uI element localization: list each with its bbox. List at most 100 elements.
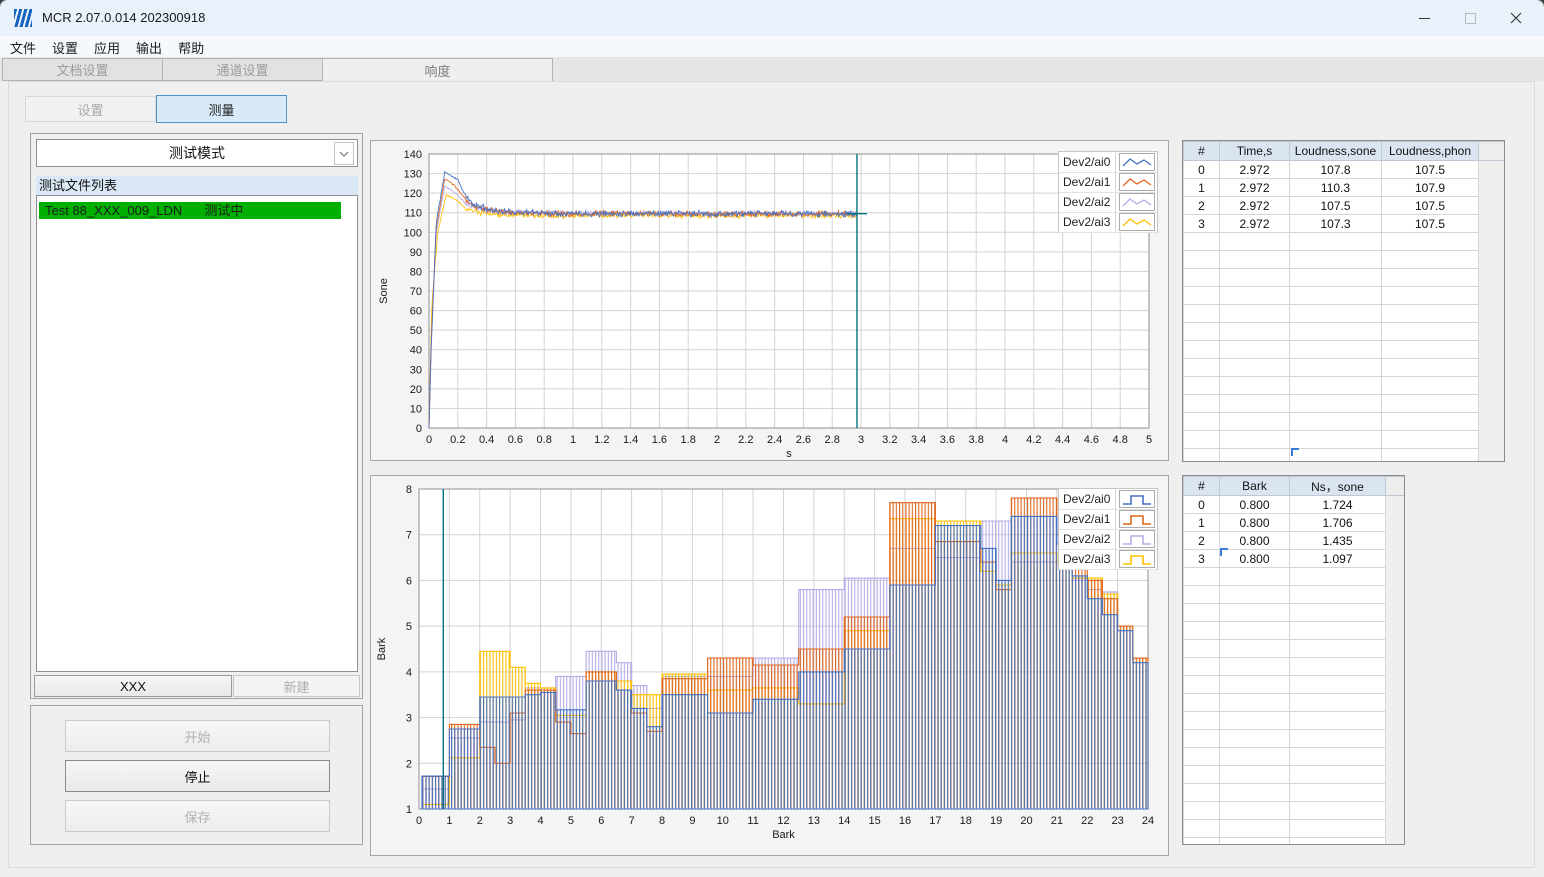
column-header: Loudness,sone <box>1289 141 1382 161</box>
svg-text:6: 6 <box>598 815 604 827</box>
svg-text:90: 90 <box>410 247 422 259</box>
data-table: # Time,s Loudness,sone Loudness,phon 0 2.972 1… <box>1183 141 1504 461</box>
menu-item-5[interactable]: 帮助 <box>178 38 204 57</box>
svg-text:4: 4 <box>1002 434 1008 446</box>
svg-text:0.2: 0.2 <box>450 434 465 446</box>
minimize-button[interactable] <box>1401 0 1447 36</box>
new-button: 新建 <box>233 675 360 697</box>
table-cell: 1.706 <box>1289 513 1386 532</box>
tab-3[interactable]: 响度 <box>322 58 553 82</box>
legend-icon-cell <box>1116 509 1157 530</box>
loudness-time-chart[interactable]: 0 0.2 0.4 0.6 0.8 1 1.2 1.4 1.6 1.8 2 2.2 2.4 2.6 2.8 3… <box>370 140 1169 461</box>
list-item-active-test[interactable]: Test 88_XXX_009_LDN 测试中 <box>39 202 341 219</box>
table-cell <box>1381 268 1479 287</box>
table-cell <box>1219 322 1290 341</box>
table-cell <box>1381 358 1479 377</box>
table-cell <box>1183 567 1220 586</box>
table-cell <box>1289 304 1382 323</box>
specific-chart-legend: Dev2/ai0 Dev2/ai1 Dev2/ai2 Dev2/ai3 <box>1058 488 1158 570</box>
table-cell: 2 <box>1183 196 1220 215</box>
menu-item-1[interactable]: 文件 <box>10 38 36 57</box>
close-icon <box>1510 12 1522 24</box>
table-cell <box>1183 585 1220 604</box>
menu-item-2[interactable]: 设置 <box>52 38 78 57</box>
svg-text:4.4: 4.4 <box>1055 434 1070 446</box>
table-cell <box>1289 376 1382 395</box>
table-cell <box>1219 567 1290 586</box>
subtab-settings: 设置 <box>25 96 156 122</box>
table-cell <box>1183 783 1220 802</box>
table-cell: 107.5 <box>1289 196 1382 215</box>
table-cell <box>1381 448 1479 461</box>
svg-text:3: 3 <box>406 713 412 725</box>
table-cell <box>1289 412 1382 431</box>
xxx-button[interactable]: XXX <box>34 675 232 697</box>
table-cell <box>1289 250 1382 269</box>
specific-loudness-chart[interactable]: 0 1 2 3 4 5 6 7 8 9 10 11 12 13 14 15 16 17 18 19 20 21 22 23 24… <box>370 475 1169 856</box>
table-cell <box>1219 412 1290 431</box>
svg-text:7: 7 <box>629 815 635 827</box>
step-series-icon <box>1118 510 1155 528</box>
table-row <box>1183 603 1404 622</box>
table-cell <box>1183 801 1220 820</box>
svg-text:100: 100 <box>404 227 422 239</box>
test-mode-select[interactable]: 测试模式 <box>36 139 358 167</box>
table-cell <box>1381 412 1479 431</box>
table-cell <box>1219 747 1290 766</box>
table-cell: 107.3 <box>1289 214 1382 233</box>
svg-text:21: 21 <box>1051 815 1063 827</box>
test-mode-value: 测试模式 <box>169 145 225 161</box>
table-cell <box>1183 232 1220 251</box>
table-cell <box>1289 729 1386 748</box>
table-cell <box>1381 394 1479 413</box>
table-row <box>1183 585 1404 604</box>
table-row: 2 2.972 107.5 107.5 <box>1183 196 1504 215</box>
svg-text:1.2: 1.2 <box>594 434 609 446</box>
stop-button[interactable]: 停止 <box>65 760 330 792</box>
menu-item-4[interactable]: 输出 <box>136 38 162 57</box>
subtab-measure[interactable]: 测量 <box>156 95 287 123</box>
table-row: 3 2.972 107.3 107.5 <box>1183 214 1504 233</box>
table-cell <box>1183 657 1220 676</box>
table-cell <box>1183 747 1220 766</box>
table-cell <box>1183 394 1220 413</box>
svg-text:0: 0 <box>416 423 422 435</box>
svg-text:8: 8 <box>659 815 665 827</box>
table-cell <box>1219 394 1290 413</box>
table-cell <box>1289 747 1386 766</box>
svg-text:22: 22 <box>1081 815 1093 827</box>
table-cell <box>1289 765 1386 784</box>
svg-text:13: 13 <box>808 815 820 827</box>
table-cell <box>1219 585 1290 604</box>
table-row <box>1183 394 1504 413</box>
table-cell <box>1183 621 1220 640</box>
table-cell <box>1381 376 1479 395</box>
table-row <box>1183 819 1404 838</box>
table-cell: 107.5 <box>1381 160 1479 179</box>
svg-text:3: 3 <box>507 815 513 827</box>
table-cell <box>1219 603 1290 622</box>
table-cell <box>1289 567 1386 586</box>
svg-text:2: 2 <box>477 815 483 827</box>
close-button[interactable] <box>1493 0 1539 36</box>
table-row <box>1183 322 1504 341</box>
svg-text:14: 14 <box>838 815 850 827</box>
table-cell <box>1183 603 1220 622</box>
table-cell <box>1289 837 1386 844</box>
svg-text:2.2: 2.2 <box>738 434 753 446</box>
table-cell: 2.972 <box>1219 160 1290 179</box>
line-series-icon <box>1118 213 1155 231</box>
legend-row: Dev2/ai2 <box>1059 529 1157 550</box>
table-cell: 0.800 <box>1219 495 1290 514</box>
svg-text:40: 40 <box>410 345 422 357</box>
svg-text:17: 17 <box>929 815 941 827</box>
svg-text:4: 4 <box>406 667 412 679</box>
specific-loudness-table: # Bark Ns，sone 0 0.800 1.724 1 0.800 1.706 2 0.800… <box>1182 475 1405 845</box>
menu-item-3[interactable]: 应用 <box>94 38 120 57</box>
table-cell <box>1381 250 1479 269</box>
column-header: Loudness,phon <box>1381 141 1479 161</box>
table-row <box>1183 675 1404 694</box>
maximize-button[interactable] <box>1447 0 1493 36</box>
table-cell <box>1289 585 1386 604</box>
table-cell <box>1183 412 1220 431</box>
